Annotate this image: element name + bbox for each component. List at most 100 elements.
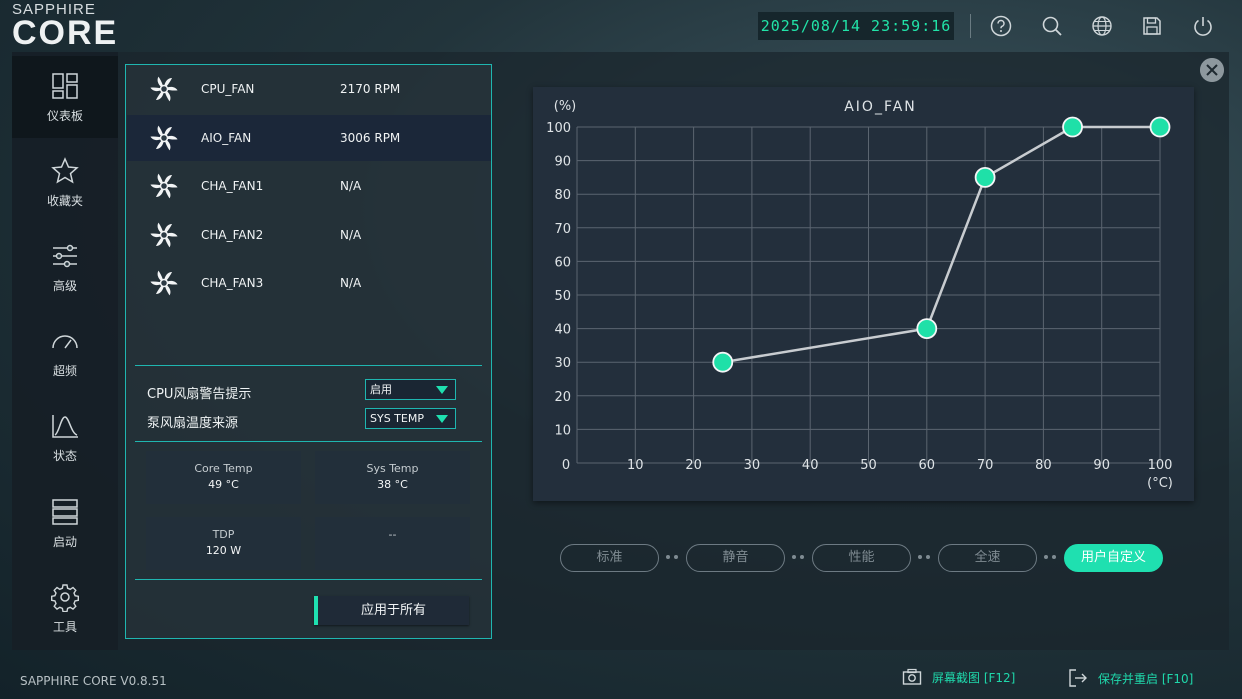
dashboard-icon [52,72,78,99]
fan-row[interactable]: CHA_FAN2 N/A [127,212,491,258]
core-temp-value: 49 °C [208,478,239,491]
curve-point[interactable] [712,351,734,373]
pump-temp-source-value: SYS TEMP [370,412,424,425]
fan-rpm: N/A [340,179,362,193]
mode-button[interactable]: 静音 [686,544,785,572]
close-icon[interactable] [1200,58,1224,82]
tdp-label: TDP [212,528,235,541]
x-tick-label: 60 [919,458,936,473]
sys-temp-label: Sys Temp [366,462,419,475]
fan-rpm: N/A [340,227,362,242]
curve-point[interactable] [916,318,938,340]
y-tick-label: 90 [554,155,571,170]
sidebar: 仪表板 收藏夹 高级 超频 状态 启动 工具 [12,52,118,650]
datetime-display: 2025/08/14 23:59:16 [758,12,954,40]
x-tick-label: 40 [802,458,819,473]
x-axis-label: (°C) [1147,476,1173,491]
sidebar-item-dashboard[interactable]: 仪表板 [12,56,118,138]
sliders-icon [53,244,77,267]
header-divider [970,14,971,38]
sidebar-label-startup: 启动 [52,534,77,549]
gauge-icon [52,334,78,348]
mode-button[interactable]: 全速 [938,544,1037,572]
x-tick-label: 30 [744,458,761,473]
version-text: SAPPHIRE CORE V0.8.51 [20,674,167,688]
sidebar-item-advanced[interactable]: 高级 [12,226,118,308]
apply-to-all-button[interactable]: 应用于所有 [314,596,469,625]
sidebar-label-advanced: 高级 [52,278,77,293]
empty-stat-label: -- [388,528,397,541]
fan-icon [150,125,178,150]
sidebar-item-startup[interactable]: 启动 [12,482,118,564]
fan-curve-chart: AIO_FAN (%) (°C) 10 20 30 40 50 60 70 80 90 100 0 10 20… [533,87,1194,501]
sidebar-item-favorites[interactable]: 收藏夹 [12,141,118,223]
fan-name: CHA_FAN3 [201,276,264,290]
brand-main-text: CORE [12,14,119,52]
sidebar-label-overclock: 超频 [52,363,77,378]
language-icon[interactable] [1089,13,1115,39]
fan-curve-svg: AIO_FAN (%) (°C) 10 20 30 40 50 60 70 80 90 100 0 10 20… [546,99,1173,491]
fan-rpm: N/A [340,276,362,290]
sidebar-label-dashboard: 仪表板 [46,108,83,123]
fan-icon [150,173,178,199]
tdp-card: TDP 120 W [146,517,301,570]
sidebar-item-overclock[interactable]: 超频 [12,311,118,393]
chevron-down-icon [436,415,448,423]
core-temp-card: Core Temp 49 °C [146,451,301,504]
fan-name: CHA_FAN2 [201,227,264,242]
save-icon[interactable] [1139,13,1165,39]
fan-icon [150,270,178,296]
sidebar-item-status[interactable]: 状态 [12,396,118,478]
y-tick-label: 20 [554,390,571,405]
power-icon[interactable] [1190,13,1216,39]
curve-point[interactable] [974,167,996,188]
fan-panel: CPU_FAN 2170 RPM AIO_FAN 3006 RPM CHA_FAN1 N/… [125,64,492,639]
tdp-value: 120 W [205,544,242,557]
mode-separator-dots [666,555,680,561]
fan-row[interactable]: CHA_FAN1 N/A [127,163,491,209]
divider [135,579,482,580]
y-tick-label: 80 [554,188,571,203]
x-tick-label: 90 [1093,458,1110,473]
mode-button[interactable]: 标准 [560,544,659,572]
fan-rpm: 3006 RPM [340,130,401,145]
y-tick-label: 50 [554,289,571,304]
exit-icon [1069,669,1087,687]
fan-row[interactable]: AIO_FAN 3006 RPM [127,114,491,161]
screenshot-button[interactable]: 屏幕截图 [F12] [902,668,1015,686]
y-tick-label: 30 [554,356,571,371]
sidebar-label-favorites: 收藏夹 [46,193,83,208]
x-tick-label: 20 [685,458,702,473]
graph-icon [52,414,78,438]
mode-button[interactable]: 性能 [812,544,911,572]
cpu-fan-warning-select[interactable]: 启用 [365,379,456,400]
help-icon[interactable] [988,13,1014,39]
save-restart-button[interactable]: 保存并重启 [F10] [1068,668,1193,688]
x-tick-label: 100 [1148,458,1173,473]
startup-icon [52,498,78,525]
sidebar-label-status: 状态 [52,448,77,463]
pump-temp-source-select[interactable]: SYS TEMP [365,408,456,429]
y-axis-label: (%) [554,99,577,114]
x-tick-label: 10 [627,458,644,473]
sidebar-item-tools[interactable]: 工具 [12,567,118,649]
divider [135,365,482,366]
curve-point[interactable] [1149,116,1171,138]
y-tick-label: 10 [554,423,571,438]
camera-icon [902,668,922,685]
sys-temp-card: Sys Temp 38 °C [315,451,470,504]
cpu-fan-warning-value: 启用 [370,383,392,396]
pump-temp-source-label: 泵风扇温度来源 [147,416,239,431]
fan-row[interactable]: CHA_FAN3 N/A [127,260,491,306]
curve-point[interactable] [1062,116,1083,138]
search-icon[interactable] [1039,13,1065,39]
fan-curve-line [722,125,1160,364]
mode-separator-dots [1044,555,1058,561]
mode-separator-dots [792,555,806,561]
y-tick-label: 40 [554,323,571,338]
fan-row[interactable]: CPU_FAN 2170 RPM [127,66,491,112]
x-tick-label: 80 [1035,458,1052,473]
mode-button[interactable]: 用户自定义 [1064,544,1163,572]
x-tick-label: 0 [562,458,570,473]
fan-name: AIO_FAN [201,130,252,145]
